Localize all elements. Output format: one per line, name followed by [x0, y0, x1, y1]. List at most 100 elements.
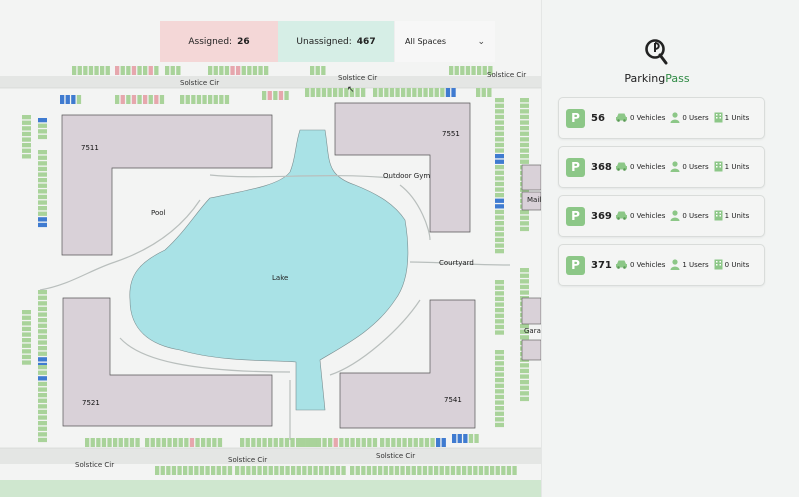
parking-space[interactable]	[520, 120, 529, 125]
parking-space[interactable]	[38, 217, 47, 222]
parking-space[interactable]	[38, 346, 47, 351]
parking-space[interactable]	[520, 290, 529, 295]
parking-space[interactable]	[520, 142, 529, 148]
parking-space[interactable]	[333, 438, 338, 447]
parking-space[interactable]	[137, 66, 142, 75]
parking-space[interactable]	[184, 438, 189, 447]
parking-space[interactable]	[305, 88, 310, 97]
space-card[interactable]: P 369 0 Vehicles 0 Users 1 Units	[558, 195, 765, 237]
parking-space[interactable]	[177, 466, 182, 475]
parking-space[interactable]	[423, 88, 428, 97]
parking-space[interactable]	[38, 172, 47, 177]
parking-space[interactable]	[389, 466, 394, 475]
parking-space[interactable]	[236, 66, 241, 75]
parking-space[interactable]	[235, 466, 240, 475]
parking-space[interactable]	[384, 88, 389, 97]
parking-space[interactable]	[520, 126, 529, 131]
parking-space[interactable]	[300, 438, 305, 447]
parking-space[interactable]	[495, 187, 504, 192]
parking-space[interactable]	[321, 88, 327, 97]
parking-space[interactable]	[38, 183, 47, 188]
parking-space[interactable]	[230, 66, 235, 75]
parking-space[interactable]	[429, 88, 434, 97]
parking-space[interactable]	[224, 95, 230, 104]
parking-space[interactable]	[258, 66, 263, 75]
parking-space[interactable]	[77, 66, 82, 75]
parking-space[interactable]	[71, 95, 76, 104]
parking-space[interactable]	[217, 438, 223, 447]
parking-space[interactable]	[72, 66, 77, 75]
parking-space[interactable]	[495, 109, 504, 114]
parking-space[interactable]	[38, 118, 47, 123]
space-type-select[interactable]: All Spaces ⌄	[394, 21, 495, 62]
parking-space[interactable]	[495, 154, 504, 159]
parking-space[interactable]	[22, 338, 31, 343]
parking-space[interactable]	[430, 438, 435, 447]
parking-map[interactable]: Solstice Cir Solstice Cir Solstice Cir S…	[0, 0, 541, 497]
parking-space[interactable]	[350, 466, 355, 475]
parking-space[interactable]	[38, 426, 47, 431]
parking-space[interactable]	[373, 88, 378, 97]
parking-space[interactable]	[191, 95, 196, 104]
parking-space[interactable]	[434, 88, 439, 97]
parking-space[interactable]	[512, 466, 517, 475]
parking-space[interactable]	[22, 143, 31, 148]
parking-space[interactable]	[185, 95, 190, 104]
parking-space[interactable]	[385, 438, 390, 447]
parking-space[interactable]	[495, 226, 504, 231]
parking-space[interactable]	[495, 131, 504, 136]
parking-space[interactable]	[96, 438, 101, 447]
parking-space[interactable]	[85, 438, 90, 447]
parking-space[interactable]	[378, 88, 383, 97]
parking-space[interactable]	[124, 438, 129, 447]
parking-space[interactable]	[422, 466, 428, 475]
parking-space[interactable]	[372, 438, 378, 447]
parking-space[interactable]	[245, 438, 250, 447]
parking-space[interactable]	[22, 343, 31, 348]
parking-space[interactable]	[520, 335, 529, 340]
parking-space[interactable]	[284, 91, 289, 100]
parking-space[interactable]	[412, 88, 417, 97]
parking-space[interactable]	[322, 438, 327, 447]
parking-space[interactable]	[213, 95, 218, 104]
parking-space[interactable]	[495, 280, 504, 285]
parking-space[interactable]	[361, 466, 366, 475]
parking-space[interactable]	[38, 437, 47, 443]
parking-space[interactable]	[159, 95, 165, 104]
parking-space[interactable]	[22, 148, 31, 153]
parking-space[interactable]	[257, 466, 262, 475]
parking-space[interactable]	[520, 109, 529, 114]
parking-space[interactable]	[212, 438, 217, 447]
parking-space[interactable]	[76, 95, 82, 104]
parking-space[interactable]	[213, 66, 218, 75]
parking-space[interactable]	[520, 396, 529, 402]
parking-space[interactable]	[38, 211, 47, 216]
parking-space[interactable]	[457, 434, 462, 443]
parking-space[interactable]	[495, 165, 504, 170]
parking-space[interactable]	[135, 438, 140, 447]
parking-space[interactable]	[495, 355, 504, 360]
parking-space[interactable]	[189, 438, 195, 447]
parking-space[interactable]	[520, 273, 529, 278]
parking-space[interactable]	[495, 285, 504, 290]
parking-space[interactable]	[495, 209, 504, 215]
parking-space[interactable]	[65, 95, 70, 104]
parking-space[interactable]	[520, 148, 529, 153]
parking-space[interactable]	[495, 366, 504, 372]
parking-space[interactable]	[38, 178, 47, 183]
parking-space[interactable]	[115, 95, 120, 104]
parking-space[interactable]	[38, 329, 47, 334]
parking-space[interactable]	[341, 466, 346, 475]
parking-space[interactable]	[38, 222, 47, 228]
parking-space[interactable]	[176, 66, 181, 75]
parking-space[interactable]	[264, 66, 269, 75]
parking-space[interactable]	[227, 466, 233, 475]
parking-space[interactable]	[495, 422, 504, 428]
parking-space[interactable]	[310, 88, 315, 97]
parking-space[interactable]	[434, 466, 439, 475]
parking-space[interactable]	[471, 66, 476, 75]
parking-space[interactable]	[372, 466, 377, 475]
parking-space[interactable]	[38, 123, 47, 128]
parking-space[interactable]	[408, 438, 413, 447]
parking-space[interactable]	[378, 466, 383, 475]
